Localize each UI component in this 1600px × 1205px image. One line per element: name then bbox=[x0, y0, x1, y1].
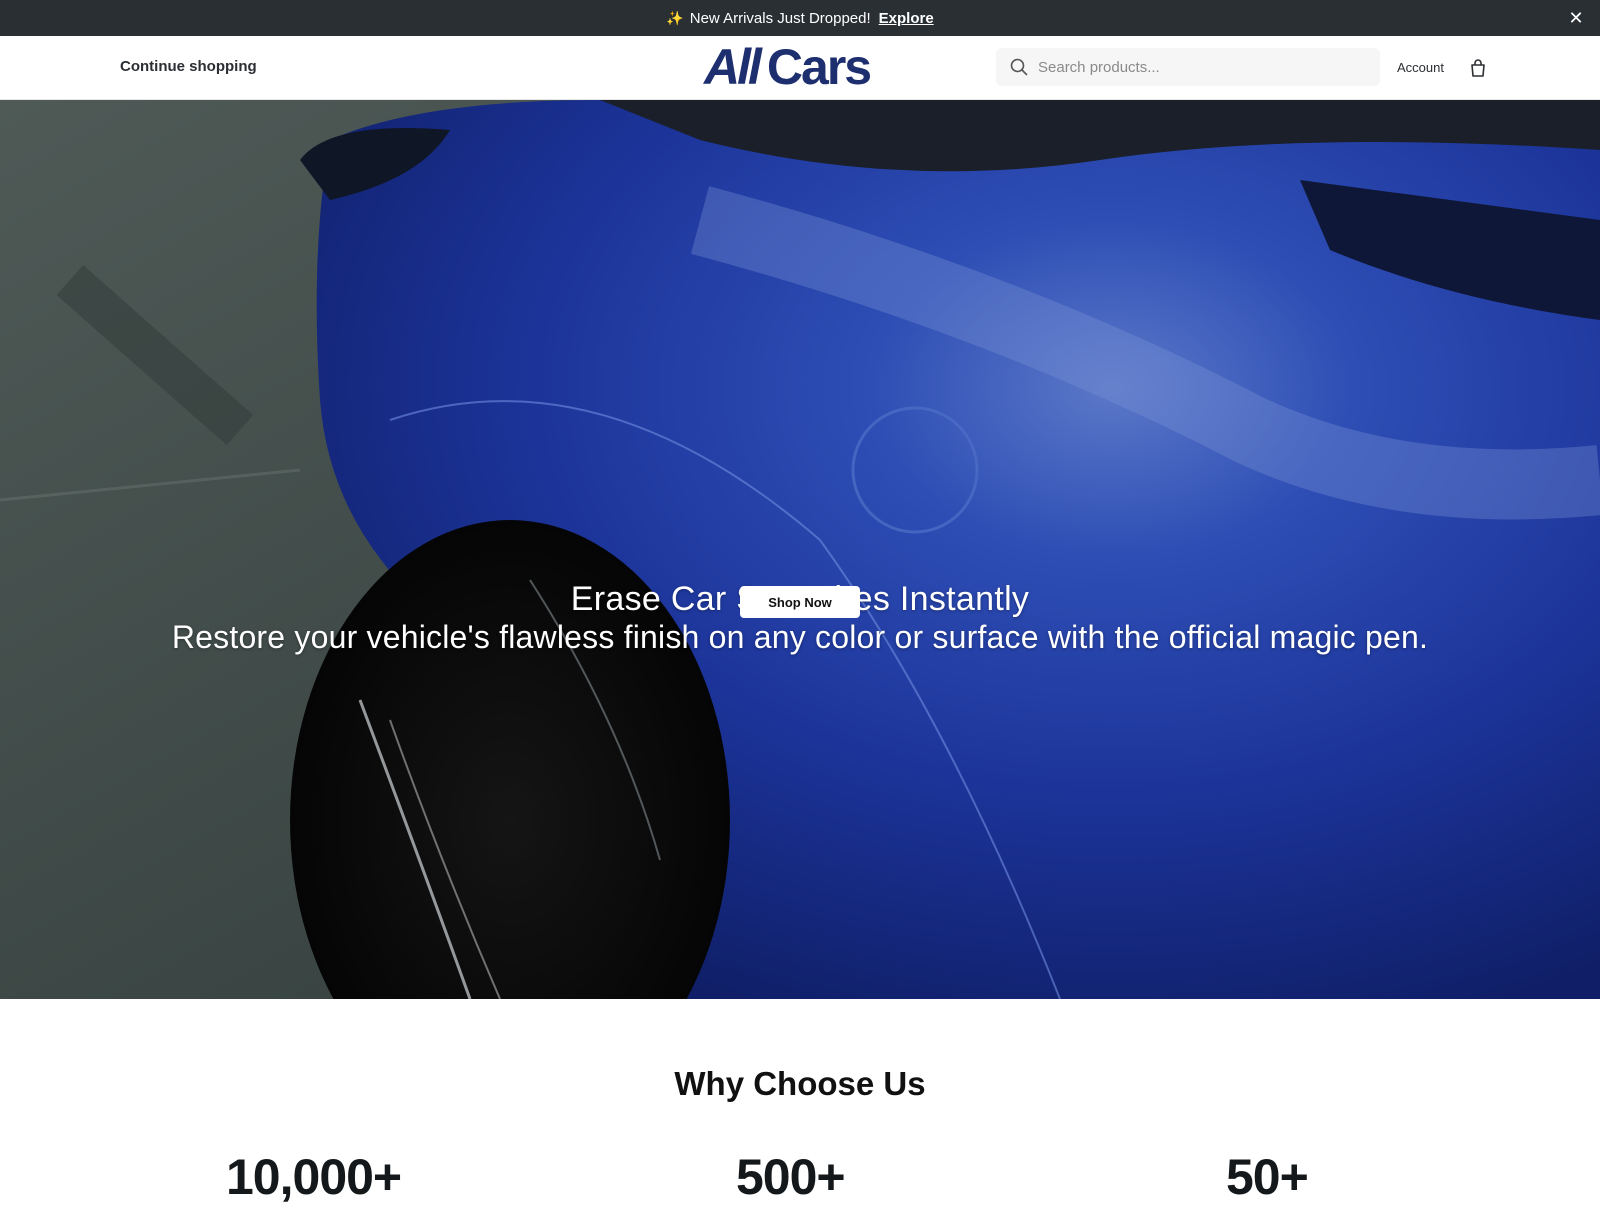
announcement-text: New Arrivals Just Dropped! bbox=[689, 9, 871, 27]
hero-banner: Erase Car Scratches Instantly Restore yo… bbox=[0, 100, 1600, 999]
hero-subtitle: Restore your vehicle's flawless finish o… bbox=[171, 619, 1429, 655]
search-icon bbox=[1010, 58, 1028, 76]
continue-shopping-link[interactable]: Continue shopping bbox=[120, 58, 257, 75]
stat-value: 500+ bbox=[736, 1149, 846, 1205]
logo-part-all: All bbox=[704, 39, 762, 95]
search-input[interactable] bbox=[1038, 58, 1358, 76]
search-box[interactable] bbox=[996, 48, 1380, 86]
account-link[interactable]: Account bbox=[1397, 60, 1444, 75]
announcement-bar: ✨ New Arrivals Just Dropped! Explore ✕ bbox=[0, 0, 1600, 36]
site-header: Continue shopping AllCars Account bbox=[0, 36, 1600, 100]
sparkle-icon: ✨ bbox=[666, 9, 684, 26]
stat-value: 10,000+ bbox=[226, 1149, 402, 1205]
hero-image bbox=[0, 100, 1600, 999]
why-choose-us-heading: Why Choose Us bbox=[674, 1065, 926, 1102]
close-icon[interactable]: ✕ bbox=[1566, 8, 1586, 28]
logo-part-cars: Cars bbox=[766, 39, 872, 95]
logo[interactable]: All Cars bbox=[704, 39, 872, 95]
shopping-bag-icon[interactable] bbox=[1468, 58, 1488, 78]
shop-now-button[interactable]: Shop Now bbox=[740, 586, 860, 618]
stat-value: 50+ bbox=[1226, 1149, 1309, 1205]
explore-link[interactable]: Explore bbox=[879, 10, 934, 27]
